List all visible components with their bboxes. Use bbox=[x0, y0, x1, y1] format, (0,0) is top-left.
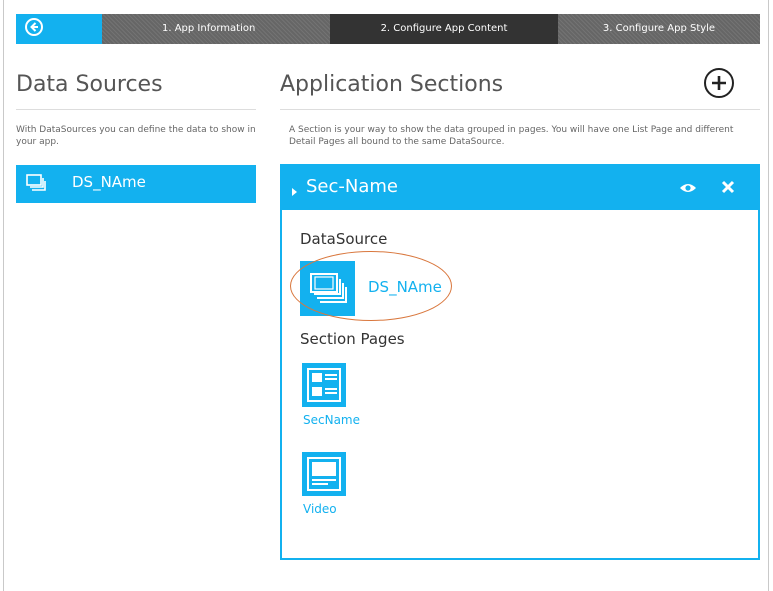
close-icon[interactable] bbox=[720, 179, 736, 195]
section-header[interactable]: Sec-Name bbox=[282, 166, 758, 210]
app-window: 1. App Information 2. Configure App Cont… bbox=[3, 0, 769, 591]
data-source-item[interactable]: DS_NAme bbox=[16, 165, 256, 203]
page-label-video[interactable]: Video bbox=[303, 502, 337, 516]
back-arrow-icon bbox=[25, 18, 43, 36]
step-app-information[interactable]: 1. App Information bbox=[102, 14, 330, 44]
page-label-secname[interactable]: SecName bbox=[303, 413, 360, 427]
application-sections-title: Application Sections bbox=[280, 72, 504, 97]
application-sections-description: A Section is your way to show the data g… bbox=[289, 125, 734, 147]
data-sources-title: Data Sources bbox=[16, 72, 163, 97]
detail-page-icon bbox=[307, 457, 341, 491]
datasource-heading: DataSource bbox=[300, 230, 388, 248]
application-sections-divider bbox=[280, 109, 760, 110]
page-tile-video[interactable] bbox=[302, 452, 346, 496]
wizard-steps-bar: 1. App Information 2. Configure App Cont… bbox=[16, 14, 760, 44]
section-datasource-tile[interactable] bbox=[300, 261, 355, 316]
section-name: Sec-Name bbox=[306, 176, 398, 197]
section-pages-heading: Section Pages bbox=[300, 330, 405, 348]
section-panel: Sec-Name DataSource DS_NAme Section Page… bbox=[280, 164, 760, 560]
expand-caret-icon[interactable] bbox=[291, 182, 299, 201]
page-tile-secname[interactable] bbox=[302, 363, 346, 407]
plus-icon bbox=[712, 76, 726, 90]
data-sources-divider bbox=[16, 109, 256, 110]
step-configure-app-content[interactable]: 2. Configure App Content bbox=[330, 14, 558, 44]
section-datasource-link[interactable]: DS_NAme bbox=[368, 278, 442, 296]
list-page-icon bbox=[307, 368, 341, 402]
step-configure-app-style[interactable]: 3. Configure App Style bbox=[558, 14, 760, 44]
datasource-icon bbox=[26, 174, 46, 196]
eye-icon[interactable] bbox=[679, 180, 697, 196]
data-source-label: DS_NAme bbox=[72, 173, 146, 191]
datasource-stack-icon bbox=[310, 273, 347, 303]
add-section-button[interactable] bbox=[704, 68, 734, 98]
data-sources-description: With DataSources you can define the data… bbox=[16, 125, 256, 147]
back-button[interactable] bbox=[16, 14, 102, 44]
